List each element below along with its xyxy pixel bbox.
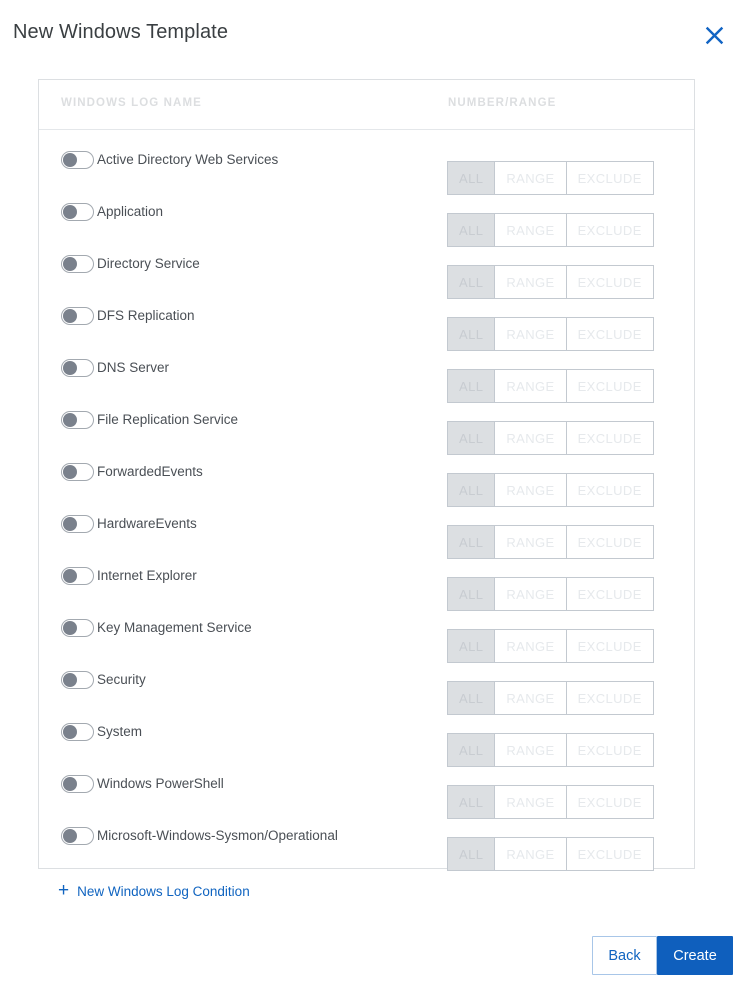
- log-enable-toggle[interactable]: [61, 515, 94, 533]
- log-name-label: System: [97, 724, 143, 739]
- toggle-knob: [63, 621, 77, 635]
- log-enable-toggle[interactable]: [61, 359, 94, 377]
- log-enable-toggle[interactable]: [61, 619, 94, 637]
- column-header-log-name: WINDOWS LOG NAME: [61, 97, 202, 109]
- toggle-knob: [63, 829, 77, 843]
- toggle-knob: [63, 361, 77, 375]
- table-header-row: WINDOWS LOG NAME NUMBER/RANGE: [39, 80, 694, 130]
- windows-log-table: WINDOWS LOG NAME NUMBER/RANGE Active Dir…: [38, 79, 695, 871]
- table-row: ForwardedEvents ALL RANGE EXCLUDE: [39, 446, 694, 507]
- new-windows-log-condition-label: New Windows Log Condition: [77, 884, 250, 899]
- new-windows-template-dialog: New Windows Template WINDOWS LOG NAME NU…: [0, 0, 743, 984]
- toggle-knob: [63, 465, 77, 479]
- new-windows-log-condition-link[interactable]: + New Windows Log Condition: [58, 880, 250, 901]
- toggle-knob: [63, 205, 77, 219]
- log-enable-toggle[interactable]: [61, 827, 94, 845]
- log-name-label: Security: [97, 672, 146, 687]
- create-button[interactable]: Create: [657, 936, 733, 975]
- table-row: Microsoft-Windows-Sysmon/Operational ALL R…: [39, 810, 694, 871]
- log-name-label: DFS Replication: [97, 308, 195, 323]
- number-range-segmented-control: ALL RANGE EXCLUDE: [447, 837, 654, 871]
- plus-icon: +: [58, 880, 70, 901]
- table-row: Internet Explorer ALL RANGE EXCLUDE: [39, 550, 694, 611]
- table-row: Application ALL RANGE EXCLUDE: [39, 186, 694, 247]
- table-row: HardwareEvents ALL RANGE EXCLUDE: [39, 498, 694, 559]
- toggle-knob: [63, 569, 77, 583]
- segment-all-button[interactable]: ALL: [447, 837, 495, 871]
- toggle-knob: [63, 777, 77, 791]
- log-enable-toggle[interactable]: [61, 411, 94, 429]
- log-enable-toggle[interactable]: [61, 307, 94, 325]
- log-enable-toggle[interactable]: [61, 203, 94, 221]
- log-name-label: Application: [97, 204, 164, 219]
- table-row: Security ALL RANGE EXCLUDE: [39, 654, 694, 715]
- log-enable-toggle[interactable]: [61, 671, 94, 689]
- close-button[interactable]: [701, 22, 727, 48]
- toggle-knob: [63, 257, 77, 271]
- table-row: Windows PowerShell ALL RANGE EXCLUDE: [39, 758, 694, 819]
- log-enable-toggle[interactable]: [61, 723, 94, 741]
- table-row: System ALL RANGE EXCLUDE: [39, 706, 694, 767]
- table-body: Active Directory Web Services ALL RANGE EXC…: [39, 130, 694, 871]
- table-row: Active Directory Web Services ALL RANGE EXC…: [39, 134, 694, 195]
- table-row: File Replication Service ALL RANGE EXCLUDE: [39, 394, 694, 455]
- back-button[interactable]: Back: [592, 936, 657, 975]
- column-header-number-range: NUMBER/RANGE: [448, 97, 557, 109]
- table-row: DFS Replication ALL RANGE EXCLUDE: [39, 290, 694, 351]
- log-name-label: DNS Server: [97, 360, 170, 375]
- table-row: DNS Server ALL RANGE EXCLUDE: [39, 342, 694, 403]
- log-enable-toggle[interactable]: [61, 775, 94, 793]
- log-enable-toggle[interactable]: [61, 463, 94, 481]
- log-name-label: File Replication Service: [97, 412, 239, 427]
- close-icon: [705, 26, 724, 45]
- log-name-label: Active Directory Web Services: [97, 152, 279, 167]
- table-row: Key Management Service ALL RANGE EXCLUDE: [39, 602, 694, 663]
- toggle-knob: [63, 673, 77, 687]
- toggle-knob: [63, 153, 77, 167]
- log-name-label: Key Management Service: [97, 620, 252, 635]
- toggle-knob: [63, 725, 77, 739]
- dialog-header: New Windows Template: [0, 0, 743, 68]
- page-title: New Windows Template: [13, 21, 229, 43]
- segment-exclude-button[interactable]: EXCLUDE: [565, 837, 654, 871]
- log-enable-toggle[interactable]: [61, 255, 94, 273]
- log-name-label: HardwareEvents: [97, 516, 197, 531]
- log-enable-toggle[interactable]: [61, 151, 94, 169]
- table-row: Directory Service ALL RANGE EXCLUDE: [39, 238, 694, 299]
- toggle-knob: [63, 309, 77, 323]
- log-name-label: Directory Service: [97, 256, 200, 271]
- log-name-label: Windows PowerShell: [97, 776, 224, 791]
- log-enable-toggle[interactable]: [61, 567, 94, 585]
- segment-range-button[interactable]: RANGE: [494, 837, 566, 871]
- dialog-footer: Back Create: [0, 936, 743, 976]
- log-name-label: Microsoft-Windows-Sysmon/Operational: [97, 828, 338, 843]
- log-name-label: Internet Explorer: [97, 568, 197, 583]
- log-name-label: ForwardedEvents: [97, 464, 203, 479]
- toggle-knob: [63, 517, 77, 531]
- toggle-knob: [63, 413, 77, 427]
